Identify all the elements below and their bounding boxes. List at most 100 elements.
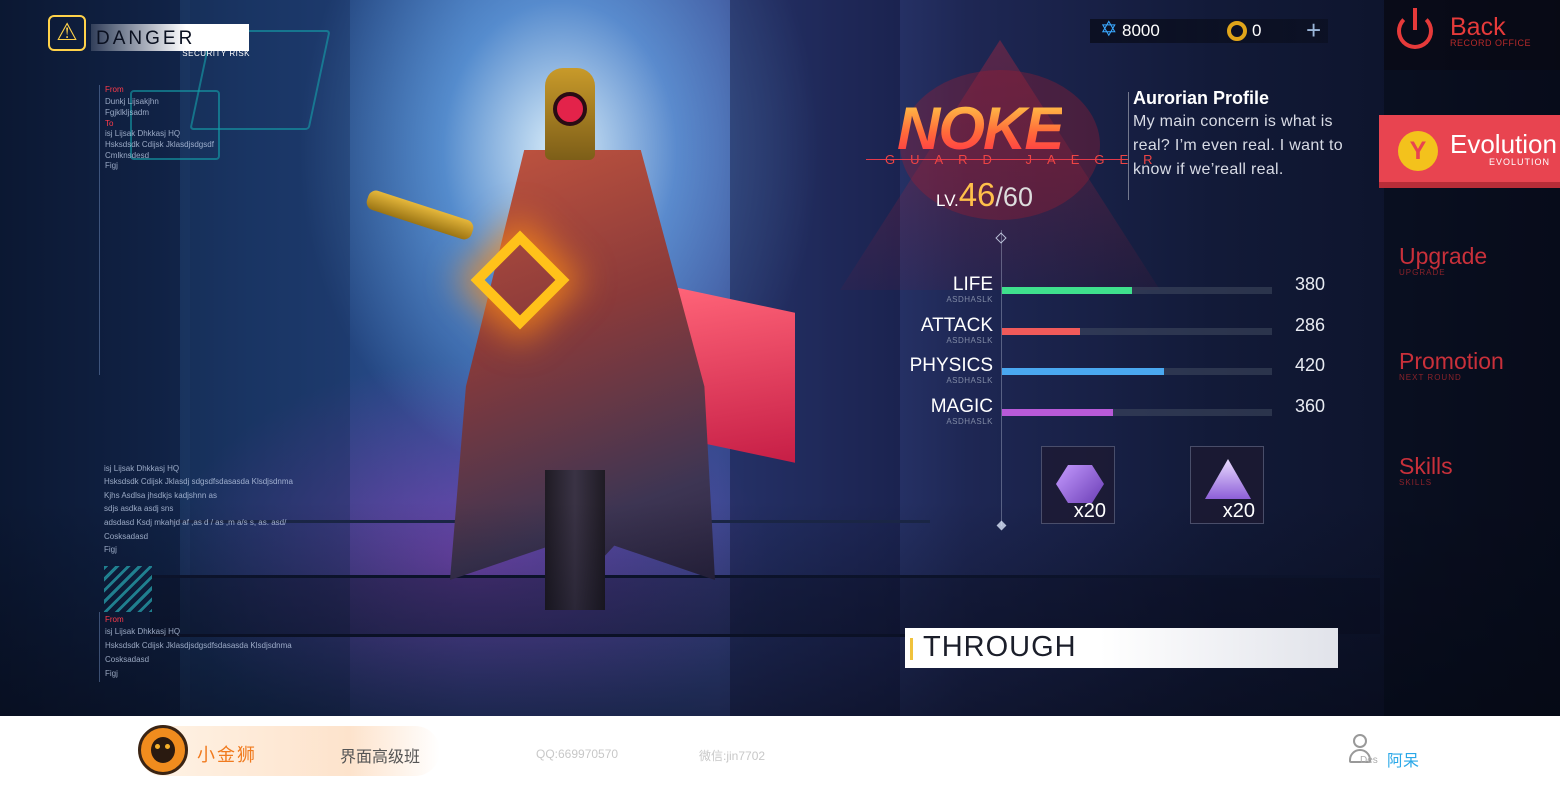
stat-bar (1002, 328, 1081, 335)
log-line: Fgjklkljsadm (105, 108, 150, 117)
stat-magic: MAGIC ASDHASLK 360 (880, 396, 1340, 426)
evolution-sub: EVOLUTION (1489, 157, 1551, 167)
stat-sub: ASDHASLK (946, 336, 993, 345)
stat-sub: ASDHASLK (946, 295, 993, 304)
course-name: 界面高级班 (340, 749, 421, 766)
log-line: adsdasd Ksdj mkahjd af ,as d / as ,m a/s… (104, 518, 287, 527)
star-of-david-icon: ✡ (1100, 18, 1118, 41)
evolution-glyph: Y (1409, 137, 1427, 165)
level-max: /60 (995, 182, 1033, 212)
log-line: Hsksdsdk Cdijsk Jklasdj sdgsdfsdasasda K… (104, 477, 293, 486)
log-line: isj Lijsak Dhkkasj HQ (105, 129, 181, 138)
stat-value: 420 (1295, 355, 1326, 375)
inventory-item-crystal[interactable]: x20 (1190, 446, 1264, 524)
log-line: Cosksadasd (104, 532, 149, 541)
evolution-y-icon: Y (1398, 131, 1438, 171)
hud-line (99, 85, 100, 375)
hud-line (99, 612, 100, 682)
hatch-panel (104, 566, 152, 612)
coin-icon (1227, 21, 1247, 41)
nav-item-skills[interactable]: Skills SKILLS (1399, 453, 1453, 487)
log-line: Figj (104, 545, 117, 554)
stat-sub: ASDHASLK (946, 417, 993, 426)
stat-bar (1002, 409, 1113, 416)
currency-bar: ✡ 8000 0 + (1090, 16, 1328, 44)
log-line: isj Lijsak Dhkkasj HQ (104, 464, 180, 473)
character-subtitle: GUARD JAEGER (885, 152, 1168, 167)
nav-item-evolution[interactable]: Y Evolution EVOLUTION (1379, 115, 1560, 188)
evolution-underline (1379, 182, 1560, 188)
brand-name: 小金狮 (197, 745, 257, 765)
stat-name: ATTACK (920, 315, 993, 336)
level-prefix: LV. (936, 191, 959, 210)
stat-track (1002, 287, 1272, 294)
profile-divider (1128, 92, 1129, 200)
item-quantity: x20 (1222, 500, 1255, 522)
log-line: sdjs asdka asdj sns (104, 504, 174, 513)
lion-logo-icon (138, 725, 188, 775)
stat-bar (1002, 368, 1164, 375)
username: 阿呆 (1387, 753, 1420, 770)
purple-triangle-crystal-icon (1205, 459, 1251, 499)
coin-count: 0 (1252, 21, 1262, 40)
inventory-item-claw[interactable]: x20 (1041, 446, 1115, 524)
log-line: From (105, 615, 124, 624)
log-line: isj Lijsak Dhkkasj HQ (105, 627, 181, 636)
purple-claw-hexagon-icon (1056, 465, 1104, 503)
warning-triangle-icon: ⚠ (48, 15, 86, 51)
stat-track (1002, 409, 1272, 416)
nav-item-upgrade[interactable]: Upgrade UPGRADE (1399, 243, 1487, 277)
danger-label: DANGER (96, 28, 196, 49)
through-button[interactable]: THROUGH (905, 628, 1338, 668)
level-value: 46 (958, 176, 996, 213)
log-line: Hsksdsdk Cdijsk Jklasdjsdgsdf (105, 140, 214, 149)
stat-name: MAGIC (930, 396, 993, 417)
lion-face (151, 737, 175, 763)
back-sub: RECORD OFFICE (1450, 38, 1532, 48)
evolution-label: Evolution (1450, 129, 1557, 159)
stat-physics: PHYSICS ASDHASLK 420 (880, 355, 1340, 385)
stat-name: LIFE (952, 274, 993, 295)
stat-sub: ASDHASLK (946, 376, 993, 385)
nav-item-label: Skills (1399, 453, 1453, 479)
nav-item-label: Promotion (1399, 348, 1504, 374)
danger-banner: DANGER SECURITY RISK (91, 24, 250, 58)
stat-bar (1002, 287, 1132, 294)
through-accent (910, 638, 913, 660)
log-line: Cosksadasd (105, 655, 150, 664)
danger-sub: SECURITY RISK (182, 49, 250, 58)
profile-description: My main concern is what is real? I’m eve… (1133, 113, 1343, 178)
stat-life: LIFE ASDHASLK 380 (880, 274, 1340, 304)
stat-value: 360 (1295, 396, 1326, 416)
log-line: Hsksdsdk Cdijsk Jklasdjsdgsdfsdasasda Kl… (105, 641, 292, 650)
log-line: Figj (105, 669, 118, 678)
stat-attack: ATTACK ASDHASLK 286 (880, 315, 1340, 345)
stat-value: 286 (1295, 315, 1326, 335)
lion-eye (155, 744, 160, 749)
level-display: LV.46/60 (936, 176, 1033, 214)
footer: 小金狮 界面高级班 QQ:669970570 微信:jin7702 Des 阿呆 (0, 716, 1560, 788)
stat-track (1002, 328, 1272, 335)
user-icon-head (1353, 734, 1367, 748)
profile-title: Aurorian Profile (1133, 88, 1270, 108)
log-line: Kjhs Asdlsa jhsdkjs kadjshnn as (104, 491, 217, 500)
log-line: From (105, 85, 124, 94)
game-screen: ⚠ DANGER SECURITY RISK From Dunkj Lijsak… (0, 0, 1560, 716)
item-quantity: x20 (1073, 500, 1106, 522)
log-line: Dunkj Lijsakjhn (105, 97, 159, 106)
star-count: 8000 (1122, 21, 1160, 40)
plus-icon[interactable]: + (1306, 16, 1321, 44)
through-label: THROUGH (923, 631, 1077, 663)
back-button[interactable]: Back RECORD OFFICE (1384, 0, 1560, 70)
des-label: Des (1360, 755, 1378, 766)
log-line: Figj (105, 161, 118, 170)
qq-contact: QQ:669970570 (536, 747, 619, 761)
power-icon-line (1412, 8, 1417, 30)
nav-item-label: Upgrade (1399, 243, 1488, 269)
stat-value: 380 (1295, 274, 1326, 294)
wechat-contact: 微信:jin7702 (699, 749, 766, 763)
nav-item-promotion[interactable]: Promotion NEXT ROUND (1399, 348, 1504, 382)
lion-eye (165, 744, 170, 749)
stat-name: PHYSICS (909, 355, 993, 376)
stat-track (1002, 368, 1272, 375)
